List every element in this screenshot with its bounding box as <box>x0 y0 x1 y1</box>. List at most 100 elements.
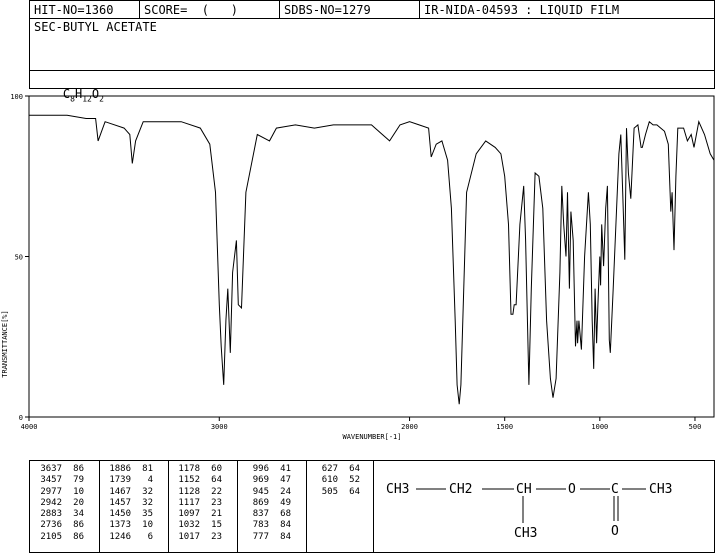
peak-wavenumber: 3457 <box>40 475 62 486</box>
peak-row: 627 64 <box>308 464 360 475</box>
structure-c: C <box>611 482 619 497</box>
peak-wavenumber: 610 <box>321 475 338 486</box>
peak-wavenumber: 1032 <box>178 520 200 531</box>
peak-wavenumber: 945 <box>252 486 269 497</box>
peak-wavenumber: 3637 <box>40 464 62 474</box>
peak-wavenumber: 777 <box>252 531 269 542</box>
peak-transmittance: 23 <box>211 497 222 508</box>
peak-row: 1117 23 <box>170 498 222 509</box>
peak-table-box: 3637 86 3457 79 2977 10 2942 20 2883 34 2736 86 2105… <box>29 460 715 553</box>
peak-column: 627 64 610 52 505 64 <box>308 464 360 498</box>
peak-transmittance: 32 <box>142 497 153 508</box>
y-tick-label: 50 <box>15 254 23 262</box>
peak-column: 1886 81 1739 4 1467 32 1457 32 1450 35 1373 10 1246 6 <box>101 464 153 543</box>
peak-transmittance: 86 <box>73 464 84 474</box>
peak-transmittance: 47 <box>280 475 291 486</box>
peak-row: 610 52 <box>308 475 360 486</box>
peak-transmittance: 24 <box>280 486 291 497</box>
x-tick-label: 4000 <box>21 423 38 431</box>
peak-wavenumber: 1097 <box>178 509 200 520</box>
x-tick-label: 2000 <box>401 423 418 431</box>
peak-wavenumber: 2977 <box>40 486 62 497</box>
peak-transmittance: 21 <box>211 509 222 520</box>
peak-row: 1450 35 <box>101 509 153 520</box>
peak-row: 1017 23 <box>170 532 222 543</box>
peak-row: 1178 60 <box>170 464 222 475</box>
peak-wavenumber: 1117 <box>178 497 200 508</box>
peak-row: 837 68 <box>239 509 291 520</box>
peak-transmittance: 10 <box>73 486 84 497</box>
structure-ch3-bottom: CH3 <box>514 526 537 541</box>
peak-transmittance: 6 <box>147 531 153 542</box>
peak-wavenumber: 1886 <box>109 464 131 474</box>
peak-transmittance: 79 <box>73 475 84 486</box>
x-axis-label: WAVENUMBER[-1] <box>342 433 401 441</box>
peak-row: 1097 21 <box>170 509 222 520</box>
peak-wavenumber: 969 <box>252 475 269 486</box>
structure-ch: CH <box>516 482 532 497</box>
peak-row: 1152 64 <box>170 475 222 486</box>
ir-id: IR-NIDA-04593 : LIQUID FILM <box>424 3 620 17</box>
structure-o: O <box>568 482 576 497</box>
peak-transmittance: 84 <box>280 520 291 531</box>
peak-transmittance: 64 <box>349 486 360 497</box>
x-tick-label: 1500 <box>496 423 513 431</box>
structure-ch3-left: CH3 <box>386 482 409 497</box>
peak-transmittance: 32 <box>142 486 153 497</box>
y-axis-label: TRANSMITTANCE[%] <box>1 310 9 377</box>
structure-ch2: CH2 <box>449 482 472 497</box>
peak-row: 1457 32 <box>101 498 153 509</box>
peak-row: 783 84 <box>239 520 291 531</box>
y-tick-label: 100 <box>10 93 23 101</box>
peak-transmittance: 81 <box>142 464 153 474</box>
peak-transmittance: 86 <box>73 520 84 531</box>
peak-transmittance: 15 <box>211 520 222 531</box>
peak-transmittance: 34 <box>73 509 84 520</box>
peak-wavenumber: 505 <box>321 486 338 497</box>
peak-row: 2883 34 <box>32 509 84 520</box>
sdbs-number: SDBS-NO=1279 <box>280 1 420 19</box>
peak-transmittance: 41 <box>280 464 291 474</box>
peak-row: 1246 6 <box>101 532 153 543</box>
peak-row: 2942 20 <box>32 498 84 509</box>
peak-wavenumber: 1178 <box>178 464 200 474</box>
peak-wavenumber: 1017 <box>178 531 200 542</box>
peak-wavenumber: 627 <box>321 464 338 474</box>
peak-transmittance: 64 <box>349 464 360 474</box>
peak-transmittance: 20 <box>73 497 84 508</box>
peak-transmittance: 4 <box>147 475 153 486</box>
compound-name: SEC-BUTYL ACETATE <box>34 20 157 34</box>
peak-transmittance: 64 <box>211 475 222 486</box>
peak-row: 2736 86 <box>32 520 84 531</box>
peak-row: 869 49 <box>239 498 291 509</box>
peak-row: 3457 79 <box>32 475 84 486</box>
peak-wavenumber: 1457 <box>109 497 131 508</box>
peak-row: 2105 86 <box>32 532 84 543</box>
header-bar: HIT-NO=1360 SCORE= ( ) SDBS-NO=1279 IR-N… <box>29 0 715 19</box>
peak-row: 1032 15 <box>170 520 222 531</box>
structure-ch3-right: CH3 <box>649 482 672 497</box>
peak-transmittance: 84 <box>280 531 291 542</box>
peak-row: 2977 10 <box>32 487 84 498</box>
peak-row: 1467 32 <box>101 487 153 498</box>
peak-wavenumber: 1467 <box>109 486 131 497</box>
compound-box: SEC-BUTYL ACETATE C8H12O2 <box>29 18 715 103</box>
peak-wavenumber: 1152 <box>178 475 200 486</box>
peak-transmittance: 49 <box>280 497 291 508</box>
peak-transmittance: 23 <box>211 531 222 542</box>
spectrum-line <box>29 114 715 405</box>
peak-column: 1178 60 1152 64 1128 22 1117 23 1097 21 1032 15 1017… <box>170 464 222 543</box>
score: SCORE= ( ) <box>140 1 280 19</box>
peak-row: 1128 22 <box>170 487 222 498</box>
x-tick-label: 1000 <box>591 423 608 431</box>
peak-wavenumber: 1450 <box>109 509 131 520</box>
peak-wavenumber: 996 <box>252 464 269 474</box>
plot-frame <box>28 95 715 418</box>
peak-row: 505 64 <box>308 487 360 498</box>
ir-spectrum-chart: 4000 3000 2000 1500 1000 500 0 50 100 WAVENUMBER… <box>1 93 715 441</box>
peak-wavenumber: 2736 <box>40 520 62 531</box>
peak-transmittance: 22 <box>211 486 222 497</box>
peak-row: 777 84 <box>239 532 291 543</box>
peak-wavenumber: 2105 <box>40 531 62 542</box>
peak-wavenumber: 1128 <box>178 486 200 497</box>
